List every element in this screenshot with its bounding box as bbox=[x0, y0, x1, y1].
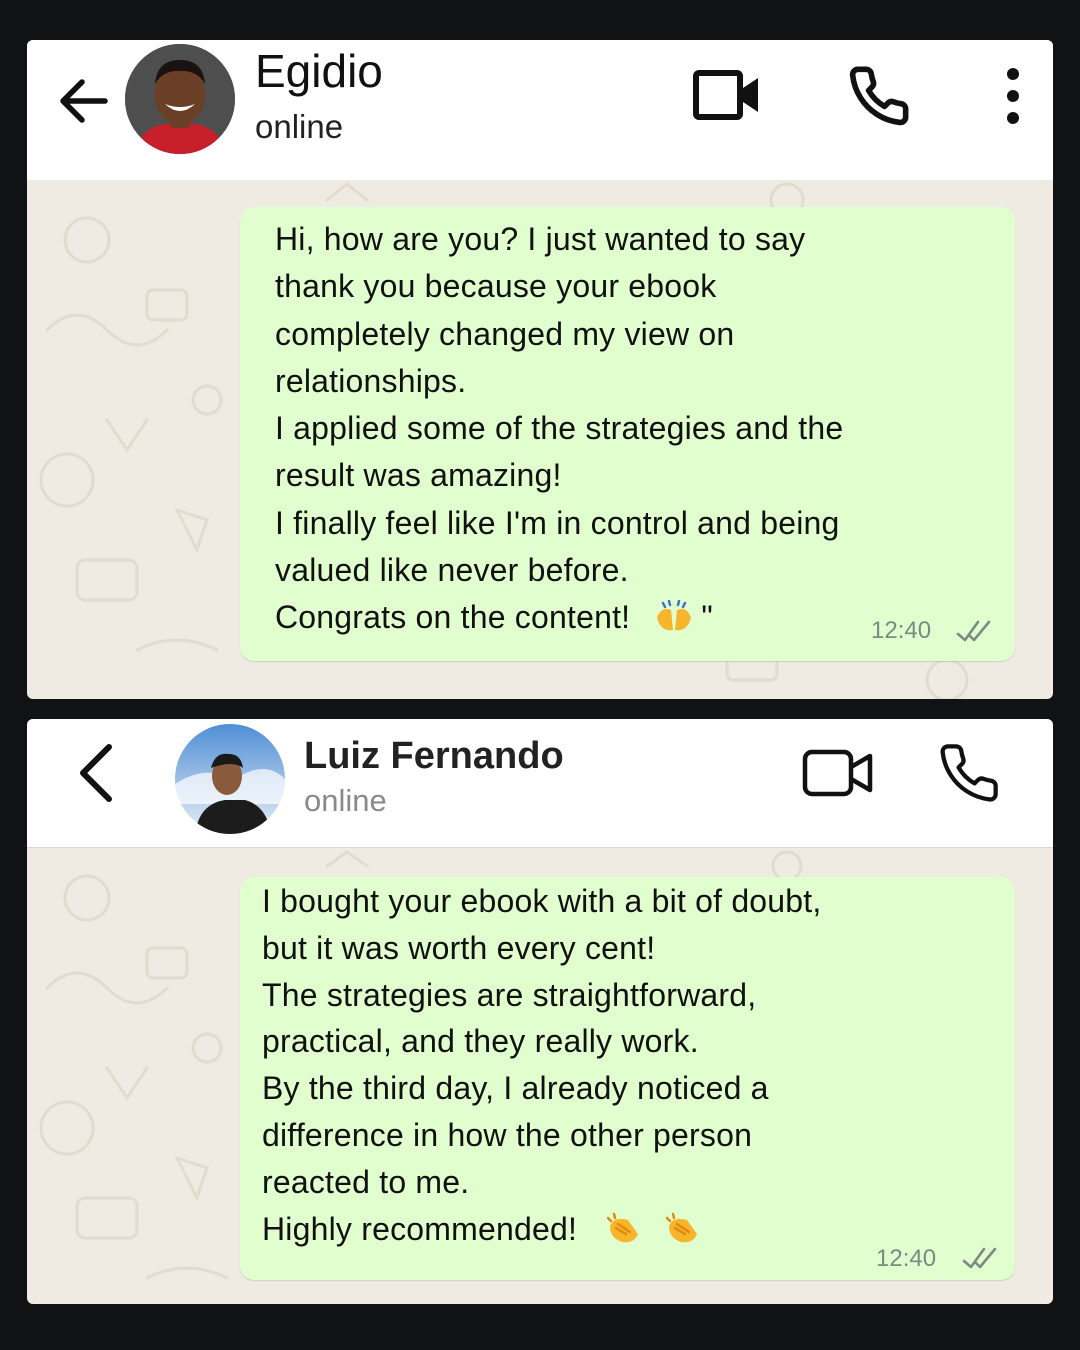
clapping-hands-emoji bbox=[666, 1212, 698, 1243]
chat-header: Luiz Fernando online bbox=[27, 719, 1053, 848]
message-line: valued like never before. bbox=[275, 552, 629, 589]
message-line: thank you because your ebook bbox=[275, 268, 717, 305]
contact-name: Luiz Fernando bbox=[304, 735, 564, 777]
back-chevron-icon[interactable] bbox=[75, 743, 115, 803]
more-options-icon[interactable] bbox=[1001, 68, 1025, 124]
chat-screenshot-egidio: Egidio online Hi, how are you? I just wa… bbox=[27, 40, 1053, 699]
message-line: relationships. bbox=[275, 362, 467, 399]
back-arrow-icon[interactable] bbox=[57, 74, 111, 128]
message-line-text: Congrats on the content! bbox=[275, 599, 631, 636]
phone-call-icon[interactable] bbox=[937, 741, 1001, 805]
double-check-icon bbox=[956, 620, 991, 642]
message-line: Hi, how are you? I just wanted to say bbox=[275, 221, 806, 257]
closing-quote: " bbox=[701, 599, 713, 636]
raising-hands-emoji bbox=[657, 599, 692, 631]
message-line: difference in how the other person bbox=[262, 1116, 753, 1153]
message-time: 12:40 bbox=[876, 1245, 937, 1272]
clapping-hands-emoji bbox=[606, 1212, 639, 1243]
message-line: The strategies are straightforward, bbox=[262, 976, 757, 1013]
message-line: practical, and they really work. bbox=[262, 1023, 699, 1060]
chat-header: Egidio online bbox=[27, 40, 1053, 180]
contact-name: Egidio bbox=[255, 45, 383, 97]
contact-avatar[interactable] bbox=[175, 724, 285, 834]
video-call-icon[interactable] bbox=[802, 747, 874, 799]
chat-screenshot-luiz-fernando: Luiz Fernando online I bought your ebook… bbox=[27, 719, 1053, 1304]
message-line: By the third day, I already noticed a bbox=[262, 1070, 769, 1107]
message-line: I bought your ebook with a bit of doubt, bbox=[262, 883, 822, 919]
double-check-icon bbox=[962, 1247, 997, 1269]
message-line: I finally feel like I'm in control and b… bbox=[275, 504, 840, 541]
message-line: completely changed my view on bbox=[275, 315, 735, 352]
message-bubble[interactable]: I bought your ebook with a bit of doubt,… bbox=[240, 877, 1015, 1280]
message-last-line: Congrats on the content! " bbox=[275, 594, 843, 641]
contact-avatar[interactable] bbox=[125, 44, 235, 154]
message-bubble[interactable]: Hi, how are you? I just wanted to say th… bbox=[240, 207, 1015, 661]
message-line: I applied some of the strategies and the bbox=[275, 410, 844, 447]
video-call-icon[interactable] bbox=[693, 68, 761, 122]
phone-call-icon[interactable] bbox=[847, 64, 911, 128]
contact-status: online bbox=[255, 108, 344, 145]
message-last-line: Highly recommended! bbox=[262, 1206, 821, 1253]
message-time: 12:40 bbox=[871, 617, 932, 644]
message-line: result was amazing! bbox=[275, 457, 562, 494]
message-line: but it was worth every cent! bbox=[262, 929, 656, 966]
message-line: reacted to me. bbox=[262, 1163, 470, 1200]
contact-status: online bbox=[304, 783, 387, 818]
message-line-text: Highly recommended! bbox=[262, 1210, 578, 1247]
